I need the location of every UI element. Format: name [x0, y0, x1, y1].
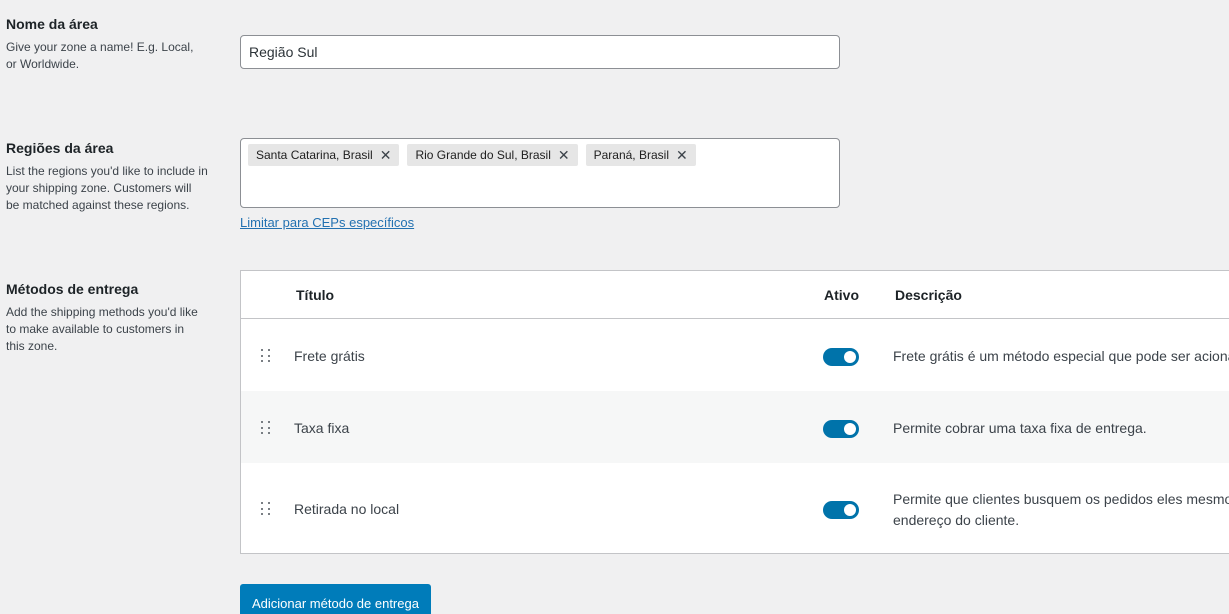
zone-name-help-text: Give your zone a name! E.g. Local, or Wo…	[6, 40, 194, 71]
method-description: Permite cobrar uma taxa fixa de entrega.	[893, 420, 1147, 436]
remove-region-icon[interactable]: ✕	[380, 148, 392, 162]
drag-handle-icon[interactable]	[261, 349, 271, 363]
method-description: Permite que clientes busquem os pedidos …	[893, 491, 1229, 507]
zone-name-heading: Nome da área	[6, 16, 98, 32]
add-shipping-method-button[interactable]: Adicionar método de entrega	[240, 584, 431, 614]
method-title: Frete grátis	[294, 348, 365, 364]
column-header-title: Título	[296, 287, 335, 303]
zone-name-label-group: Nome da área Give your zone a name! E.g.…	[6, 15, 211, 73]
zone-regions-help-text: List the regions you'd like to include i…	[6, 164, 208, 212]
column-header-description: Descrição	[895, 287, 962, 303]
column-header-active: Ativo	[824, 287, 859, 303]
shipping-methods-table: Título Ativo Descrição Frete grátis Fret…	[240, 270, 1229, 554]
method-enabled-toggle[interactable]	[823, 420, 859, 438]
region-chip-label: Paraná, Brasil	[593, 148, 669, 162]
drag-handle-icon[interactable]	[261, 502, 271, 516]
table-header: Título Ativo Descrição	[241, 271, 1229, 319]
table-row: Frete grátis Frete grátis é um método es…	[241, 319, 1229, 391]
drag-handle-icon[interactable]	[261, 421, 271, 435]
method-description-line-2: endereço do cliente.	[893, 512, 1020, 528]
remove-region-icon[interactable]: ✕	[558, 148, 570, 162]
region-chip: Paraná, Brasil ✕	[585, 144, 696, 166]
method-title: Retirada no local	[294, 501, 400, 517]
method-title: Taxa fixa	[294, 420, 350, 436]
zone-regions-heading: Regiões da área	[6, 140, 114, 156]
region-chip-label: Rio Grande do Sul, Brasil	[415, 148, 551, 162]
method-description: Frete grátis é um método especial que po…	[893, 348, 1229, 364]
shipping-methods-help-text: Add the shipping methods you'd like to m…	[6, 305, 198, 353]
region-chip: Rio Grande do Sul, Brasil ✕	[407, 144, 578, 166]
zone-name-input[interactable]	[240, 35, 840, 69]
remove-region-icon[interactable]: ✕	[676, 148, 688, 162]
method-enabled-toggle[interactable]	[823, 348, 859, 366]
toggle-knob	[844, 423, 856, 435]
region-chip: Santa Catarina, Brasil ✕	[248, 144, 400, 166]
shipping-zone-page: Nome da área Give your zone a name! E.g.…	[0, 0, 1229, 614]
region-chip-label: Santa Catarina, Brasil	[256, 148, 373, 162]
limit-postcodes-link[interactable]: Limitar para CEPs específicos	[240, 215, 414, 230]
table-row: Taxa fixa Permite cobrar uma taxa fixa d…	[241, 391, 1229, 463]
shipping-methods-label-group: Métodos de entrega Add the shipping meth…	[6, 280, 211, 355]
zone-regions-label-group: Regiões da área List the regions you'd l…	[6, 139, 211, 214]
toggle-knob	[844, 504, 856, 516]
zone-regions-select[interactable]: Santa Catarina, Brasil ✕ Rio Grande do S…	[240, 138, 840, 208]
shipping-methods-heading: Métodos de entrega	[6, 281, 139, 297]
table-row: Retirada no local Permite que clientes b…	[241, 463, 1229, 553]
toggle-knob	[844, 351, 856, 363]
method-enabled-toggle[interactable]	[823, 501, 859, 519]
